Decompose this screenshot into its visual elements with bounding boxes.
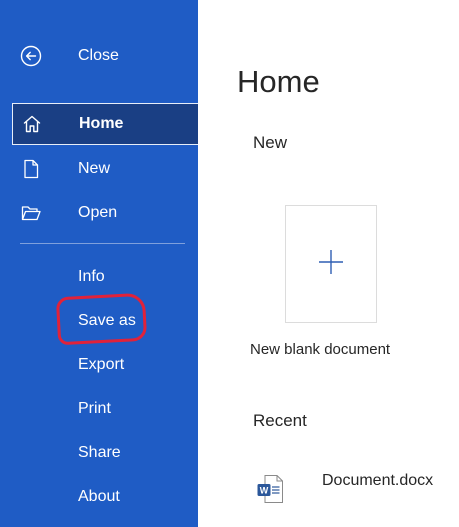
sidebar-item-label: Share xyxy=(78,444,121,461)
sidebar-item-info[interactable]: Info xyxy=(0,257,198,297)
sidebar-divider xyxy=(20,243,185,244)
sidebar-item-share[interactable]: Share xyxy=(0,433,198,473)
back-arrow-circle-icon xyxy=(20,45,42,67)
plus-icon xyxy=(317,248,345,281)
new-blank-document-tile[interactable] xyxy=(285,205,377,323)
page-title: Home xyxy=(237,64,320,99)
sidebar-item-label: Print xyxy=(78,400,111,417)
sidebar-item-about[interactable]: About xyxy=(0,477,198,517)
svg-text:W: W xyxy=(260,486,269,496)
sidebar-item-label: About xyxy=(78,488,120,505)
close-label: Close xyxy=(78,47,119,64)
sidebar-item-label: Save as xyxy=(78,312,136,329)
new-section-heading: New xyxy=(253,133,288,152)
sidebar-item-label: Open xyxy=(78,204,118,221)
sidebar-item-label: Home xyxy=(79,115,124,132)
recent-file-name: Document.docx xyxy=(322,472,434,489)
sidebar-item-print[interactable]: Print xyxy=(0,389,198,429)
recent-file-item[interactable]: W Document.docx xyxy=(250,468,459,516)
close-button[interactable]: Close xyxy=(0,36,198,76)
home-icon xyxy=(21,113,43,135)
new-blank-document-label[interactable]: New blank document xyxy=(250,341,390,358)
recent-section-heading: Recent xyxy=(253,411,307,430)
sidebar-item-export[interactable]: Export xyxy=(0,345,198,385)
sidebar-item-label: Info xyxy=(78,268,105,285)
new-document-icon xyxy=(20,158,42,180)
sidebar-item-label: New xyxy=(78,160,111,177)
sidebar-item-home[interactable]: Home xyxy=(12,103,198,145)
sidebar-item-save-as[interactable]: Save as xyxy=(0,301,198,341)
open-folder-icon xyxy=(20,202,42,224)
sidebar-item-label: Export xyxy=(78,356,125,373)
backstage-sidebar: Close Home New Open Info Save as Export … xyxy=(0,0,198,527)
sidebar-item-new[interactable]: New xyxy=(0,149,198,189)
sidebar-item-open[interactable]: Open xyxy=(0,193,198,233)
backstage-view: Close Home New Open Info Save as Export … xyxy=(0,0,459,527)
word-document-icon: W xyxy=(256,474,284,504)
